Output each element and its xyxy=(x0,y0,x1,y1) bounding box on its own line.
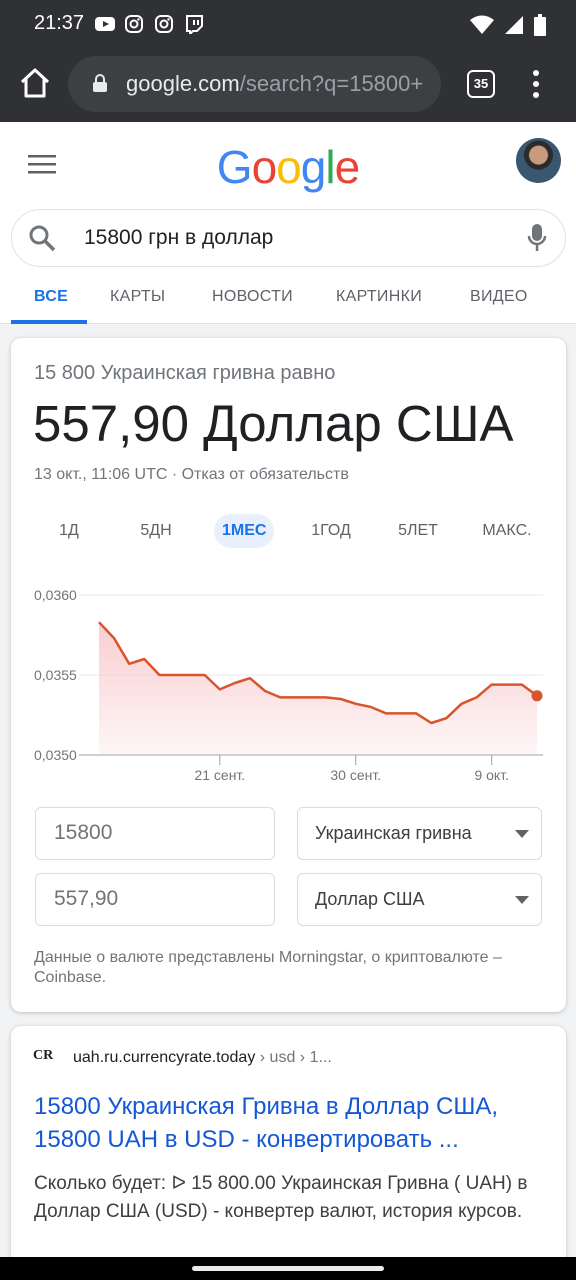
amount-to-value: 557,90 xyxy=(54,887,119,910)
tab-switcher-button[interactable]: 35 xyxy=(467,70,495,98)
dropdown-arrow-icon xyxy=(515,830,529,838)
search-input[interactable]: 15800 грн в доллар xyxy=(84,226,273,250)
range-5y[interactable]: 5ЛЕТ xyxy=(397,514,439,548)
equals-label: 15 800 Украинская гривна равно xyxy=(34,362,336,384)
range-selector: 1Д 5ДН 1МЕС 1ГОД 5ЛЕТ МАКС. xyxy=(11,514,566,548)
y-tick-label: 0,0350 xyxy=(34,747,77,763)
tab-news[interactable]: НОВОСТИ xyxy=(212,288,293,306)
signal-icon xyxy=(504,15,524,40)
tab-images[interactable]: КАРТИНКИ xyxy=(336,288,422,306)
current-value-point xyxy=(531,690,543,702)
notification-icons xyxy=(94,14,206,37)
conversion-result: 557,90 Доллар США xyxy=(33,395,514,452)
google-logo[interactable]: Google xyxy=(0,140,576,194)
avatar[interactable] xyxy=(516,138,561,183)
home-gesture-handle[interactable] xyxy=(192,1266,384,1271)
currency-to-select[interactable]: Доллар США xyxy=(297,873,542,926)
logo-letter: G xyxy=(216,141,253,193)
browser-menu-button[interactable] xyxy=(528,68,544,100)
amount-from-value: 15800 xyxy=(54,821,113,844)
browser-toolbar: google.com/search?q=15800+ 35 xyxy=(0,50,576,122)
search-tabs: ВСЕ КАРТЫ НОВОСТИ КАРТИНКИ ВИДЕО xyxy=(0,282,576,324)
y-tick-label: 0,0355 xyxy=(34,667,77,683)
battery-icon xyxy=(534,14,546,41)
result-url[interactable]: uah.ru.currencyrate.today › usd › 1... xyxy=(73,1049,332,1067)
more-vert-icon xyxy=(533,70,539,98)
range-5d[interactable]: 5ДН xyxy=(138,514,174,548)
x-tick-label: 9 окт. xyxy=(474,767,509,783)
active-tab-indicator xyxy=(11,320,87,324)
youtube-icon xyxy=(94,14,116,34)
instagram-icon xyxy=(124,14,146,34)
result-title-link[interactable]: 15800 Украинская Гривна в Доллар США, 15… xyxy=(34,1090,554,1156)
x-tick-label: 21 сент. xyxy=(194,767,245,783)
home-icon xyxy=(20,68,50,98)
logo-letter: g xyxy=(300,141,327,193)
search-box[interactable]: 15800 грн в доллар xyxy=(11,209,566,267)
lock-icon xyxy=(92,73,108,98)
url-host: google.com xyxy=(126,71,240,96)
tab-videos[interactable]: ВИДЕО xyxy=(470,288,528,306)
twitch-icon xyxy=(184,14,206,37)
timestamp-disclaimer[interactable]: 13 окт., 11:06 UTC · Отказ от обязательс… xyxy=(34,466,349,484)
logo-letter: e xyxy=(334,141,361,193)
currency-to-label: Доллар США xyxy=(315,889,425,909)
currency-from-select[interactable]: Украинская гривна xyxy=(297,807,542,860)
wifi-icon xyxy=(470,15,494,40)
exchange-rate-chart[interactable]: 0,0360 0,0355 0,0350 21 сент. 30 сент. 9 окт. xyxy=(11,578,566,788)
data-source-note: Данные о валюте представлены Morningstar… xyxy=(34,949,502,986)
currency-from-label: Украинская гривна xyxy=(315,823,472,843)
range-1d[interactable]: 1Д xyxy=(58,514,80,548)
mic-icon[interactable] xyxy=(527,223,547,258)
google-header: Google 15800 грн в доллар ВСЕ КАРТЫ НОВО… xyxy=(0,122,576,324)
result-breadcrumb: › usd › 1... xyxy=(255,1049,332,1066)
instagram-icon xyxy=(154,14,176,34)
y-tick-label: 0,0360 xyxy=(34,587,77,603)
result-site: uah.ru.currencyrate.today xyxy=(73,1049,256,1066)
currency-converter-card: 15 800 Украинская гривна равно 557,90 До… xyxy=(11,338,566,1012)
site-favicon: CR xyxy=(33,1048,54,1063)
tab-maps[interactable]: КАРТЫ xyxy=(110,288,165,306)
tab-all[interactable]: ВСЕ xyxy=(34,288,68,306)
range-1y[interactable]: 1ГОД xyxy=(309,514,353,548)
search-result-card: CR uah.ru.currencyrate.today › usd › 1..… xyxy=(11,1026,566,1280)
result-snippet: Сколько будет: ᐅ 15 800.00 Украинская Гр… xyxy=(34,1173,528,1222)
search-icon[interactable] xyxy=(28,224,56,257)
status-time: 21:37 xyxy=(34,12,85,34)
logo-letter: o xyxy=(276,141,302,193)
logo-letter: o xyxy=(251,141,278,193)
range-max[interactable]: МАКС. xyxy=(480,514,534,548)
logo-letter: l xyxy=(325,141,335,193)
range-1m[interactable]: 1МЕС xyxy=(214,514,274,548)
amount-from-input[interactable]: 15800 xyxy=(35,807,275,860)
address-bar[interactable]: google.com/search?q=15800+ xyxy=(68,56,441,112)
home-button[interactable] xyxy=(18,66,52,100)
amount-to-input[interactable]: 557,90 xyxy=(35,873,275,926)
navigation-bar xyxy=(0,1257,576,1280)
dropdown-arrow-icon xyxy=(515,896,529,904)
url-text: google.com/search?q=15800+ xyxy=(126,71,423,97)
status-bar: 21:37 xyxy=(0,0,576,50)
x-tick-label: 30 сент. xyxy=(330,767,381,783)
area-fill xyxy=(99,622,537,755)
url-path: /search?q=15800+ xyxy=(239,71,424,96)
